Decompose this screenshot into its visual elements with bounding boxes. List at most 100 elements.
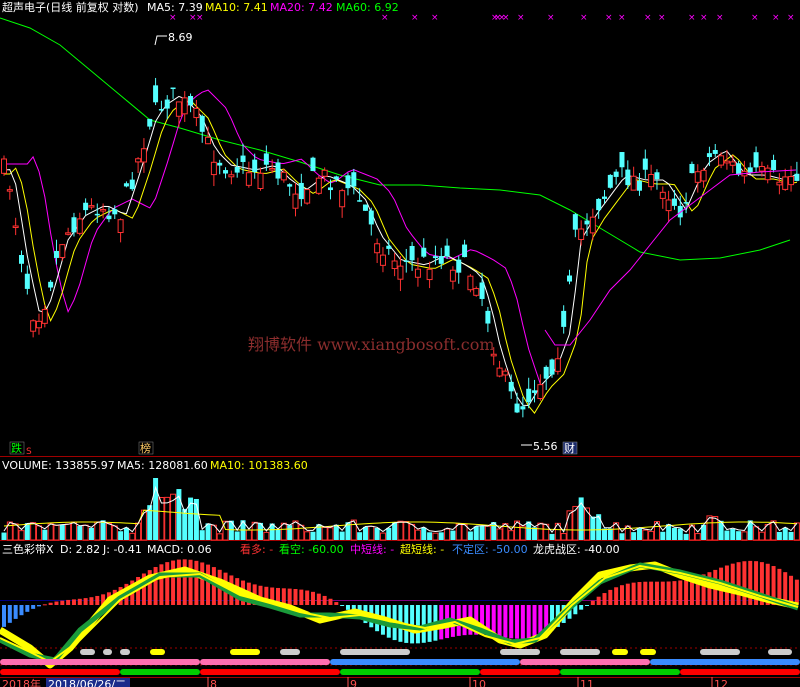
high-pointer	[154, 35, 167, 46]
histogram-bar	[736, 562, 741, 605]
candle-body	[362, 204, 368, 211]
ribbon-dash	[560, 669, 680, 675]
volume-bar	[310, 531, 316, 540]
candle-body	[456, 259, 462, 273]
candle-body	[683, 202, 689, 204]
volume-bar	[275, 529, 281, 540]
tag-cai[interactable]: 财	[564, 441, 575, 455]
candle-body	[170, 87, 176, 90]
candle-body	[607, 174, 613, 188]
histogram-bar	[602, 593, 607, 605]
histogram-bar	[643, 581, 648, 605]
volume-bar	[362, 526, 368, 540]
histogram-bar	[532, 605, 537, 638]
signal-marker: ×	[547, 13, 555, 23]
volume-bar	[287, 525, 293, 540]
histogram-bar	[77, 598, 82, 605]
indicator-macd: MACD: 0.06	[147, 543, 212, 556]
volume-bar	[1, 532, 7, 540]
volume-bar	[409, 523, 416, 541]
tag-s[interactable]: S	[26, 447, 32, 457]
histogram-bar	[503, 605, 508, 638]
stock-chart[interactable]: 超声电子(日线 前复权 对数) MA5: 7.39 MA10: 7.41 MA2…	[0, 0, 800, 687]
candle-body	[490, 353, 497, 357]
ribbon-dash	[280, 649, 300, 655]
volume-bar	[484, 525, 491, 541]
signal-marker: ×	[517, 13, 525, 23]
volume-bar	[65, 523, 72, 541]
volume-bar	[508, 530, 515, 541]
volume-bar	[199, 530, 205, 540]
ribbon-dash	[612, 649, 628, 655]
candle-body	[228, 174, 235, 178]
candle-body	[601, 196, 607, 199]
histogram-bar	[316, 593, 321, 605]
ribbon-dash	[0, 669, 120, 675]
watermark: 翔博软件 www.xiangbosoft.com	[248, 335, 495, 354]
indicator-title: 三色彩带X	[2, 542, 54, 556]
panel-grid	[0, 456, 800, 678]
histogram-bar	[421, 605, 426, 643]
ribbon-dash	[700, 649, 740, 655]
volume-bar	[648, 530, 655, 541]
volume-bar	[549, 533, 555, 540]
date-label: 2018/06/26/二	[48, 678, 126, 687]
candle-body	[496, 367, 503, 377]
candle-body	[589, 216, 596, 234]
candle-body	[210, 161, 217, 176]
candle-body	[619, 152, 625, 168]
candle-body	[584, 220, 590, 225]
candle-body	[315, 177, 322, 194]
candle-body	[188, 95, 194, 106]
candle-body	[310, 157, 316, 172]
histogram-bar	[678, 580, 683, 605]
ribbon-dash	[680, 669, 800, 675]
candle-body	[625, 169, 631, 186]
candle-body	[112, 209, 118, 215]
candle-body	[479, 282, 485, 299]
volume-bar	[788, 531, 794, 540]
candle-body	[630, 175, 637, 191]
candle-body	[292, 193, 299, 209]
histogram-bar	[649, 581, 654, 605]
tag-die[interactable]: 跌	[11, 441, 22, 455]
histogram-bar	[66, 599, 71, 605]
volume-bar	[42, 529, 48, 540]
zero-band	[440, 600, 560, 601]
indicator-chaoduan: 超短线: -	[400, 542, 444, 556]
signal-marker: ×	[411, 13, 419, 23]
signal-marker: ×	[502, 13, 510, 23]
candle-body	[426, 268, 433, 281]
candle-body	[764, 167, 771, 181]
ma5-line	[3, 95, 798, 407]
ribbon-dash	[103, 649, 112, 655]
volume-bar	[105, 523, 112, 541]
candle-body	[561, 310, 567, 327]
volume-bar	[444, 528, 451, 541]
volume-bar	[578, 497, 584, 540]
time-axis: 2018年 2018/06/26/二 8 9 10 11 12	[2, 677, 728, 687]
volume-bar	[77, 526, 83, 540]
candle-body	[578, 228, 585, 240]
histogram-bar	[176, 559, 181, 605]
candle-body	[252, 159, 258, 173]
candle-body	[729, 161, 736, 166]
candle-body	[671, 198, 677, 206]
ribbon-dash	[200, 659, 330, 665]
volume-bar	[70, 521, 77, 541]
candle-body	[379, 254, 386, 266]
candle-body	[257, 172, 264, 189]
indicator-d: D: 2.82	[60, 543, 100, 556]
volume-bar	[123, 527, 129, 540]
volume-bar	[537, 522, 544, 541]
candle-body	[298, 182, 304, 200]
tag-bang[interactable]: 榜	[140, 441, 151, 455]
volume-bar	[129, 532, 136, 541]
volume-bar	[374, 527, 380, 540]
candle-body	[391, 260, 398, 270]
ma60-label: MA60: 6.92	[336, 1, 399, 14]
volume-bar	[379, 532, 386, 541]
volume-bar	[47, 523, 54, 541]
candle-body	[12, 225, 19, 228]
volume-bar	[683, 533, 689, 540]
